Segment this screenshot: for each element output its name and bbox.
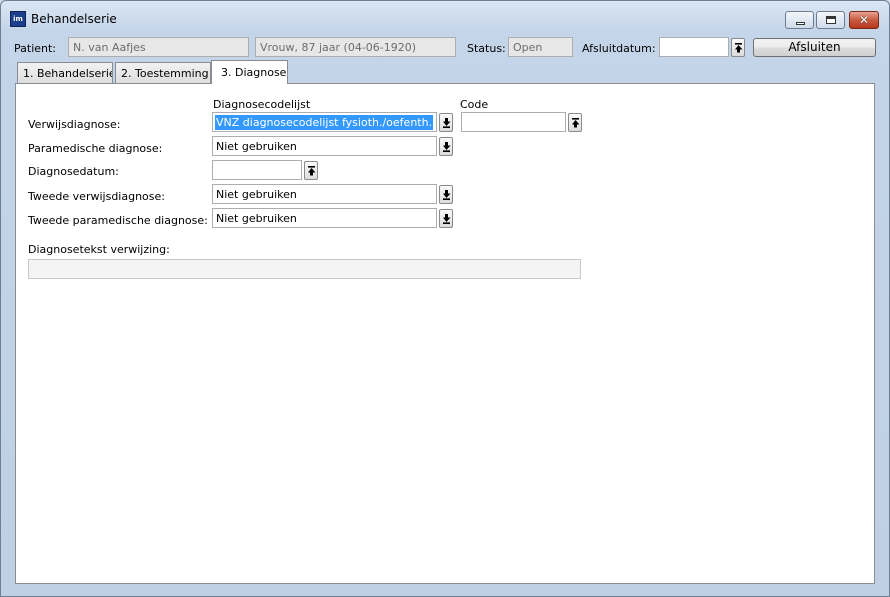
diagnosedatum-picker-button[interactable] xyxy=(304,161,318,180)
arrow-up-bar-icon xyxy=(308,166,316,176)
status-field: Open xyxy=(508,37,573,57)
paramedische-diagnose-label: Paramedische diagnose: xyxy=(28,142,163,155)
afsluiten-button[interactable]: Afsluiten xyxy=(753,38,876,57)
tweede-verwijsdiagnose-label: Tweede verwijsdiagnose: xyxy=(28,190,165,203)
diagnosedatum-input[interactable] xyxy=(212,160,302,180)
diagnosedatum-label: Diagnosedatum: xyxy=(28,165,119,178)
window: im Behandelserie ✕ Patient: N. van Aafje… xyxy=(0,0,890,597)
window-title: Behandelserie xyxy=(31,12,117,26)
status-label: Status: xyxy=(467,42,506,55)
maximize-icon xyxy=(826,16,836,24)
codelijst-column-header: Diagnosecodelijst xyxy=(213,98,311,111)
diagnosetekst-label: Diagnosetekst verwijzing: xyxy=(28,243,170,256)
tab-diagnose[interactable]: 3. Diagnose xyxy=(211,60,288,84)
maximize-button[interactable] xyxy=(816,11,845,29)
minimize-button[interactable] xyxy=(785,11,814,29)
diagnosetekst-field[interactable] xyxy=(28,259,581,279)
arrow-up-bar-icon xyxy=(735,43,743,53)
close-icon: ✕ xyxy=(858,13,870,27)
verwijsdiagnose-value: VNZ diagnosecodelijst fysioth./oefenth. xyxy=(215,115,434,130)
afsluitdatum-label: Afsluitdatum: xyxy=(582,42,656,55)
code-input[interactable] xyxy=(461,112,566,132)
arrow-down-bar-icon xyxy=(443,190,451,200)
arrow-up-bar-icon xyxy=(572,118,580,128)
arrow-down-bar-icon xyxy=(443,142,451,152)
app-icon: im xyxy=(10,11,26,27)
verwijsdiagnose-dropdown-button[interactable] xyxy=(439,113,453,132)
patient-name-field: N. van Aafjes xyxy=(68,37,249,57)
minimize-icon xyxy=(796,22,805,25)
diagnose-panel: Diagnosecodelijst Code Verwijsdiagnose: … xyxy=(15,83,875,584)
title-bar[interactable]: im Behandelserie ✕ xyxy=(1,1,889,35)
tweede-paramedische-diagnose-select[interactable]: Niet gebruiken xyxy=(212,208,437,228)
tweede-paramedische-diagnose-label: Tweede paramedische diagnose: xyxy=(28,214,208,227)
close-button[interactable]: ✕ xyxy=(849,11,879,29)
tab-behandelserie[interactable]: 1. Behandelserie xyxy=(17,62,113,83)
patient-label: Patient: xyxy=(14,42,57,55)
arrow-down-bar-icon xyxy=(443,214,451,224)
tab-toestemming[interactable]: 2. Toestemming xyxy=(115,62,211,83)
tweede-paramedische-diagnose-dropdown-button[interactable] xyxy=(439,209,453,228)
tweede-verwijsdiagnose-dropdown-button[interactable] xyxy=(439,185,453,204)
paramedische-diagnose-select[interactable]: Niet gebruiken xyxy=(212,136,437,156)
patient-details-field: Vrouw, 87 jaar (04-06-1920) xyxy=(255,37,456,57)
afsluitdatum-picker-button[interactable] xyxy=(731,38,745,57)
arrow-down-bar-icon xyxy=(443,118,451,128)
paramedische-diagnose-dropdown-button[interactable] xyxy=(439,137,453,156)
tweede-verwijsdiagnose-select[interactable]: Niet gebruiken xyxy=(212,184,437,204)
code-column-header: Code xyxy=(460,98,489,111)
verwijsdiagnose-label: Verwijsdiagnose: xyxy=(28,118,121,131)
verwijsdiagnose-select[interactable]: VNZ diagnosecodelijst fysioth./oefenth. xyxy=(212,112,437,132)
code-picker-button[interactable] xyxy=(568,113,582,132)
afsluitdatum-input[interactable] xyxy=(659,37,729,57)
